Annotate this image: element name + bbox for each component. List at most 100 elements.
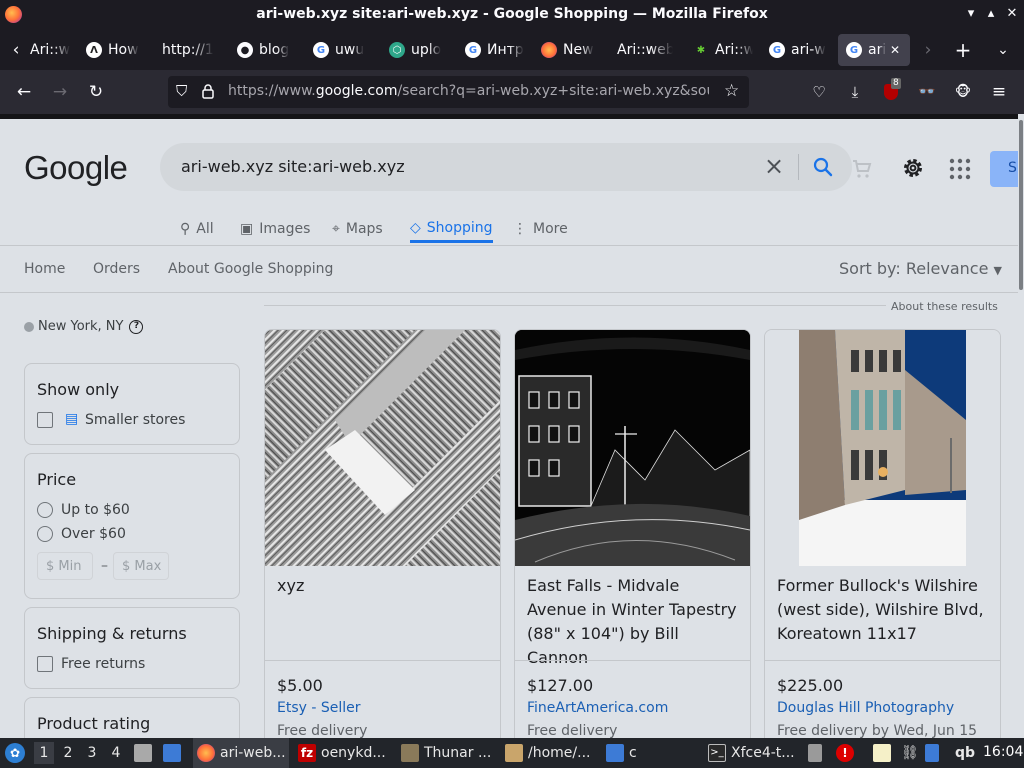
browser-tab[interactable]: G ari-w [769,34,829,66]
price-option-label[interactable]: Up to $60 [61,502,130,518]
product-title[interactable]: xyz [277,574,492,598]
taskbar-app-terminal[interactable]: >_ Xfce4-t... [708,738,803,768]
cart-icon[interactable] [850,157,876,183]
page-scrollbar[interactable] [1018,114,1024,738]
product-title[interactable]: Former Bullock's Wilshire (west side), W… [777,574,992,646]
browser-tab[interactable]: Ari::w [30,34,70,66]
back-icon[interactable]: ← [12,80,36,104]
workspace-1[interactable]: 1 [34,742,54,764]
extension-glasses-icon[interactable]: 👓 [915,80,939,104]
tray-storage-icon[interactable] [808,738,827,768]
bookmark-star-icon[interactable]: ☆ [724,81,739,101]
about-results-link[interactable]: About these results [891,300,998,313]
browser-tab[interactable]: G Интр [465,34,527,66]
price-max-input[interactable]: $ Max [113,552,169,580]
product-image[interactable] [265,330,500,566]
taskbar-app-window[interactable]: c [606,738,701,768]
forward-icon[interactable]: → [48,80,72,104]
pocket-icon[interactable]: ♡ [807,80,831,104]
location[interactable]: New York, NY ? [24,319,144,334]
tab-more[interactable]: ⋮ More [513,215,568,243]
url-text[interactable]: https://www.google.com/search?q=ari-web.… [228,83,709,99]
tab-images[interactable]: ▣ Images [240,215,310,243]
whisker-menu-icon[interactable]: ✿ [5,738,25,768]
browser-tab[interactable]: ● blog [237,34,297,66]
browser-tab[interactable]: New [541,34,603,66]
product-image[interactable] [765,330,1000,566]
extension-face-icon[interactable]: 🐵 [951,80,975,104]
product-seller-link[interactable]: Douglas Hill Photography [777,700,954,716]
tab-label: Интр [487,42,524,58]
search-icon[interactable] [811,155,835,179]
product-image[interactable] [515,330,750,566]
taskbar-app-thunar[interactable]: Thunar ... [401,738,496,768]
reload-icon[interactable]: ↻ [84,80,108,104]
tray-notes-icon[interactable] [873,738,896,768]
close-window-icon[interactable]: ✕ [1003,5,1021,23]
search-box[interactable]: ari-web.xyz site:ari-web.xyz × [160,143,852,191]
price-min-input[interactable]: $ Min [37,552,93,580]
apps-grid-icon[interactable] [949,158,975,184]
subnav-home-link[interactable]: Home [24,261,65,277]
smaller-stores-checkbox[interactable] [37,412,53,428]
workspace-2[interactable]: 2 [58,742,78,764]
tab-shopping[interactable]: ◇ Shopping [410,215,493,243]
google-logo[interactable]: Google [24,149,128,187]
ublock-icon[interactable]: 8 [879,78,903,104]
taskbar-app-filezilla[interactable]: fz oenykd... [298,738,393,768]
filter-option-label[interactable]: Smaller stores [85,412,185,428]
filter-option-label[interactable]: Free returns [61,656,145,672]
tab-scroll-left-icon[interactable]: ‹ [4,38,28,62]
browser-tab[interactable]: http://1 [162,34,218,66]
tab-all[interactable]: ⚲ All [180,215,214,243]
subnav-orders-link[interactable]: Orders [93,261,140,277]
sign-in-button[interactable]: Si [990,151,1018,187]
tab-scroll-right-icon[interactable]: › [916,38,940,62]
help-icon[interactable]: ? [129,319,144,334]
search-input[interactable]: ari-web.xyz site:ari-web.xyz [181,157,405,176]
lock-icon[interactable] [202,84,214,99]
minimize-icon[interactable]: ▾ [962,5,980,23]
new-tab-icon[interactable]: + [951,38,975,62]
product-card[interactable]: xyz $5.00 Etsy - Seller Free delivery [264,329,501,738]
product-seller-link[interactable]: FineArtAmerica.com [527,700,668,716]
app-menu-icon[interactable]: ≡ [987,80,1011,104]
subnav-about-link[interactable]: About Google Shopping [168,261,333,277]
browser-tab[interactable]: Ari::web [617,34,673,66]
product-card[interactable]: East Falls - Midvale Avenue in Winter Ta… [514,329,751,738]
tray-qbittorrent[interactable]: qb [955,738,975,768]
shield-icon[interactable]: ⛉ [176,82,187,100]
tray-alert-icon[interactable]: ! [836,738,859,768]
browser-tab[interactable]: Λ How [86,34,148,66]
clock[interactable]: 16:04 [983,744,1023,760]
sort-dropdown[interactable]: Sort by: Relevance ▼ [839,259,1002,278]
scrollbar-thumb[interactable] [1019,120,1023,290]
workspace-3[interactable]: 3 [82,742,102,764]
show-desktop-icon[interactable] [163,738,186,768]
product-seller-link[interactable]: Etsy - Seller [277,700,361,716]
file-manager-launcher-icon[interactable] [134,738,157,768]
tray-updates-icon[interactable] [925,738,944,768]
maximize-icon[interactable]: ▴ [982,5,1000,23]
free-returns-checkbox[interactable] [37,656,53,672]
browser-tab[interactable]: G uwu [313,34,373,66]
price-option-label[interactable]: Over $60 [61,526,126,542]
product-title[interactable]: East Falls - Midvale Avenue in Winter Ta… [527,574,742,670]
list-tabs-icon[interactable]: ⌄ [991,38,1015,62]
browser-tab-active[interactable]: G ari ✕ [838,34,910,66]
tab-maps[interactable]: ⌖ Maps [332,215,383,243]
workspace-4[interactable]: 4 [106,742,126,764]
price-radio[interactable] [37,526,53,542]
close-tab-icon[interactable]: ✕ [890,43,900,57]
taskbar-app-archive[interactable]: /home/... [505,738,600,768]
downloads-icon[interactable]: ⤓ [843,80,867,104]
settings-gear-icon[interactable] [901,156,927,182]
browser-tab[interactable]: ✱ Ari::w [693,34,753,66]
browser-tab[interactable]: ⬡ uplo [389,34,449,66]
tray-network-icon[interactable]: ⛓ [901,738,919,768]
taskbar-app-firefox[interactable]: ari-web... [193,738,289,768]
url-bar[interactable]: ⛉ https://www.google.com/search?q=ari-we… [168,76,749,108]
product-card[interactable]: Former Bullock's Wilshire (west side), W… [764,329,1001,738]
clear-search-icon[interactable]: × [763,153,785,179]
price-radio[interactable] [37,502,53,518]
